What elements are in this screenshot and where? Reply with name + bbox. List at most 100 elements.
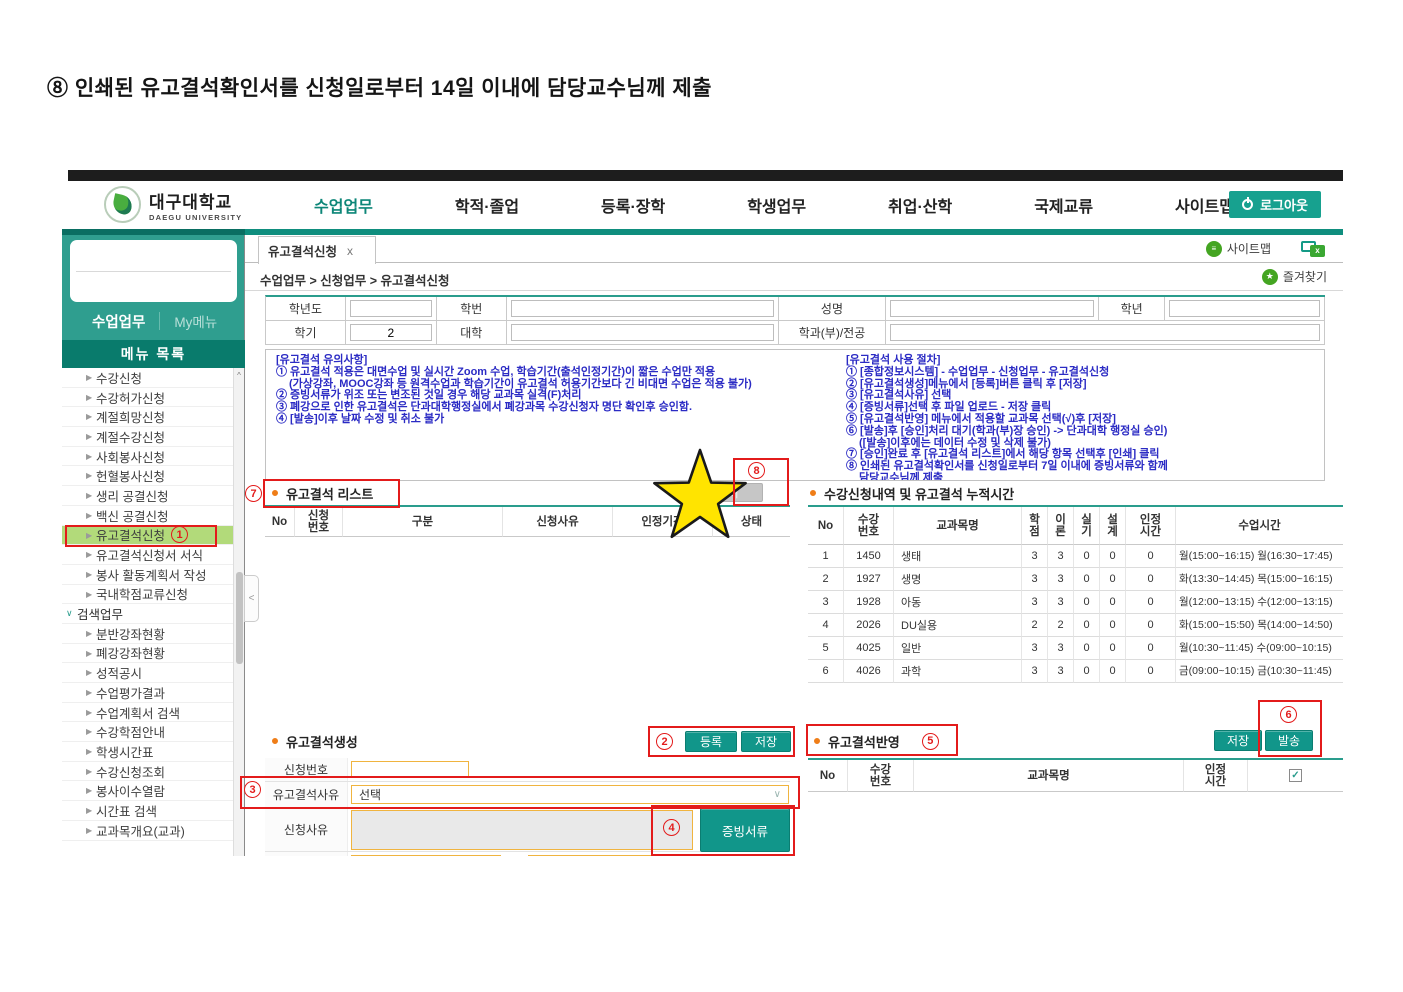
sidebar-item-sugang-permit[interactable]: ▶ 수강허가신청 bbox=[62, 388, 233, 408]
tab-label: 유고결석신청 bbox=[268, 245, 338, 259]
nav-item-employment[interactable]: 취업·산학 bbox=[888, 193, 952, 217]
register-button[interactable]: 등록 bbox=[685, 731, 737, 752]
logout-button[interactable]: 로그아웃 bbox=[1229, 191, 1321, 218]
arrow-right-icon: ▶ bbox=[86, 648, 93, 658]
tab-absence-request[interactable]: 유고결석신청 x bbox=[258, 236, 376, 264]
close-window-icon[interactable]: x bbox=[1301, 240, 1325, 257]
sidebar-item-closed-class[interactable]: ▶ 폐강강좌현황 bbox=[62, 644, 233, 664]
divider bbox=[76, 271, 231, 272]
request-reason-textarea[interactable] bbox=[351, 809, 693, 850]
tab-bar: 유고결석신청 x ≡ 사이트맵 x bbox=[245, 235, 1343, 264]
request-no-input[interactable] bbox=[351, 761, 469, 778]
grade-input[interactable] bbox=[1169, 300, 1320, 317]
sidebar-item-service-view[interactable]: ▶ 봉사이수열람 bbox=[62, 781, 233, 802]
annotation-circle-3: 3 bbox=[244, 781, 261, 798]
arrow-right-icon: ▶ bbox=[86, 727, 93, 737]
sidebar-tab-my-menu[interactable]: My메뉴 bbox=[174, 311, 217, 331]
sidebar-menu: ▶ 수강신청 ▶ 수강허가신청 ▶ 계절희망신청 ▶ 계절수강신청 ▶ 사회봉사신청 ▶ 헌… bbox=[62, 368, 233, 856]
year-input[interactable] bbox=[349, 300, 432, 317]
arrow-right-icon: ▶ bbox=[86, 510, 93, 520]
table-row: 3 1928 아동 3 3 0 0 0 월(12:00~13:15) 수(12:… bbox=[808, 591, 1343, 614]
sidebar-item-syllabus-search[interactable]: ▶ 수업계획서 검색 bbox=[62, 703, 233, 723]
sidebar-item-vaccine-absence[interactable]: ▶ 백신 공결신청 bbox=[62, 506, 233, 526]
annotation-circle-8: 8 bbox=[748, 462, 765, 479]
absence-reason-select[interactable]: 선택 ∨ bbox=[351, 785, 789, 804]
nav-item-international[interactable]: 국제교류 bbox=[1034, 193, 1093, 217]
sidebar-item-credit-exchange[interactable]: ▶ 국내학점교류신청 bbox=[62, 585, 233, 605]
scroll-up-icon[interactable]: ^ bbox=[234, 368, 244, 381]
nav-item-student-affairs[interactable]: 학생업무 bbox=[747, 193, 806, 217]
sidebar-item-class-status[interactable]: ▶ 분반강좌현황 bbox=[62, 624, 233, 644]
favorite-button[interactable]: ★ 즐겨찾기 bbox=[1261, 268, 1327, 285]
student-no-input[interactable] bbox=[510, 300, 774, 317]
student-info-form: 학년도 학번 성명 학년 학기 대학 학과(부)/전공 bbox=[265, 295, 1326, 345]
nav-item-course-work[interactable]: 수업업무 bbox=[314, 193, 373, 217]
sidebar-item-service-plan[interactable]: ▶ 봉사 활동계획서 작성 bbox=[62, 565, 233, 585]
request-reason-label: 신청사유 bbox=[265, 808, 348, 851]
arrow-right-icon: ▶ bbox=[86, 707, 93, 717]
sidebar-item-timetable[interactable]: ▶ 학생시간표 bbox=[62, 742, 233, 762]
nav-item-records-graduation[interactable]: 학적·졸업 bbox=[455, 193, 519, 217]
sidebar-item-menstrual-absence[interactable]: ▶ 생리 공결신청 bbox=[62, 486, 233, 506]
arrow-right-icon: ▶ bbox=[86, 688, 93, 697]
sidebar-item-absence-form[interactable]: ▶ 유고결석신청서 서식 bbox=[62, 545, 233, 565]
sidebar-collapse-handle[interactable]: < bbox=[244, 575, 259, 622]
sidebar-item-season-sugang[interactable]: ▶ 계절수강신청 bbox=[62, 427, 233, 447]
university-name-en: DAEGU UNIVERSITY bbox=[149, 212, 243, 222]
sidebar-item-class-eval[interactable]: ▶ 수업평가결과 bbox=[62, 683, 233, 703]
send-button[interactable]: 발송 bbox=[1265, 730, 1313, 751]
table-row: 6 4026 과학 3 3 0 0 0 금(09:00~10:15) 금(10:… bbox=[808, 660, 1343, 683]
chevron-down-icon: ∨ bbox=[773, 789, 781, 800]
sidebar-item-grade-post[interactable]: ▶ 성적공시 bbox=[62, 663, 233, 683]
leaf-icon bbox=[111, 193, 134, 216]
period-end-input[interactable] bbox=[528, 855, 679, 856]
evidence-button[interactable]: 증빙서류 bbox=[700, 808, 790, 852]
name-input[interactable] bbox=[890, 300, 1095, 317]
print-button[interactable]: 인쇄 bbox=[692, 483, 763, 502]
arrow-right-icon: ▶ bbox=[86, 550, 93, 560]
sidebar: 수업업무 My메뉴 메뉴 목록 ▶ 수강신청 ▶ 수강허가신청 ▶ 계절희망신청 ▶ 계… bbox=[62, 235, 245, 856]
sidebar-item-sugang[interactable]: ▶ 수강신청 bbox=[62, 368, 233, 388]
sidebar-item-course-overview[interactable]: ▶ 교과목개요(교과) bbox=[62, 821, 233, 841]
sidebar-item-absence-request[interactable]: ▶ 유고결석신청 1 bbox=[62, 524, 233, 547]
close-icon[interactable]: x bbox=[347, 244, 353, 258]
breadcrumb-bar: 수업업무 > 신청업무 > 유고결석신청 ★ 즐겨찾기 bbox=[245, 263, 1343, 291]
breadcrumb: 수업업무 > 신청업무 > 유고결석신청 bbox=[260, 274, 450, 288]
annotation-circle-1: 1 bbox=[171, 526, 189, 544]
period-start-input[interactable] bbox=[351, 855, 501, 856]
app-window: 대구대학교 DAEGU UNIVERSITY 수업업무 학적·졸업 등록·장학 … bbox=[62, 170, 1343, 856]
arrow-right-icon: ▶ bbox=[86, 471, 93, 481]
sidebar-item-social-service[interactable]: ▶ 사회봉사신청 bbox=[62, 447, 233, 467]
sidebar-tab-course-work[interactable]: 수업업무 bbox=[92, 311, 145, 332]
college-input[interactable] bbox=[510, 324, 774, 341]
sitemap-label: 사이트맵 bbox=[1226, 242, 1271, 256]
notice-box: [유고결석 유의사항] ① 유고결석 적용은 대면수업 및 실시간 Zoom 수… bbox=[265, 349, 1325, 481]
sitemap-shortcut[interactable]: ≡ 사이트맵 bbox=[1205, 240, 1271, 257]
save-button-create[interactable]: 저장 bbox=[741, 731, 791, 752]
arrow-right-icon: ▶ bbox=[86, 491, 93, 501]
notice-right: [유고결석 사용 절차] ① [종합정보시스템] - 수업업무 - 신청업무 -… bbox=[846, 354, 1321, 480]
nav-item-sitemap[interactable]: 사이트맵 bbox=[1175, 193, 1234, 217]
arrow-right-icon: ▶ bbox=[86, 569, 93, 579]
sidebar-item-blood-service[interactable]: ▶ 헌혈봉사신청 bbox=[62, 466, 233, 487]
sidebar-item-season-hope[interactable]: ▶ 계절희망신청 bbox=[62, 407, 233, 428]
sidebar-group-search[interactable]: ∨ 검색업무 bbox=[62, 604, 233, 624]
semester-input[interactable] bbox=[349, 324, 432, 341]
header: 대구대학교 DAEGU UNIVERSITY 수업업무 학적·졸업 등록·장학 … bbox=[62, 181, 1343, 229]
table-row: 1 1450 생태 3 3 0 0 0 월(15:00~16:15) 월(16:… bbox=[808, 545, 1343, 568]
create-section-title: 유고결석생성 bbox=[272, 730, 358, 752]
sidebar-item-credit-guide[interactable]: ▶ 수강학점안내 bbox=[62, 722, 233, 743]
sidebar-scrollbar[interactable]: ^ bbox=[233, 368, 244, 856]
scrollbar-thumb[interactable] bbox=[235, 572, 243, 664]
arrow-right-icon: ▶ bbox=[86, 747, 93, 757]
table-row: 2 1927 생명 3 3 0 0 0 화(13:30~14:45) 목(15:… bbox=[808, 568, 1343, 591]
sidebar-item-timetable-search[interactable]: ▶ 시간표 검색 bbox=[62, 801, 233, 821]
arrow-right-icon: ▶ bbox=[86, 668, 93, 678]
logout-label: 로그아웃 bbox=[1260, 198, 1308, 213]
save-button-apply[interactable]: 저장 bbox=[1214, 730, 1262, 751]
sidebar-item-sugang-lookup[interactable]: ▶ 수강신청조회 bbox=[62, 762, 233, 782]
select-all-checkbox[interactable]: ✓ bbox=[1289, 769, 1302, 782]
apply-section-title: 유고결석반영 5 bbox=[814, 730, 939, 752]
nav-item-registration-scholarship[interactable]: 등록·장학 bbox=[601, 193, 665, 217]
major-input[interactable] bbox=[890, 324, 1321, 341]
